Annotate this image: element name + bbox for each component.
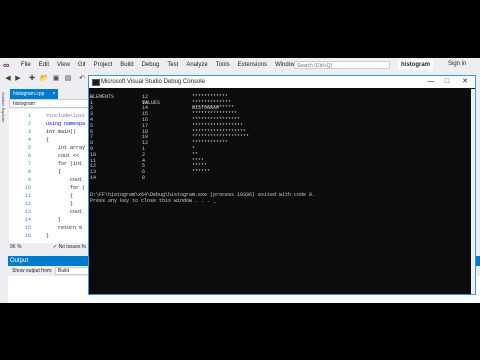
menu-item-analyze[interactable]: Analyze: [182, 62, 211, 68]
solution-explorer-tab[interactable]: Solution Explorer: [1, 92, 6, 122]
line-number: 4: [27, 137, 31, 143]
element-value: 0: [142, 174, 146, 181]
menu-item-extensions[interactable]: Extensions: [234, 62, 271, 68]
code-line[interactable]: return 0: [46, 224, 90, 232]
menu-item-build[interactable]: Build: [116, 62, 137, 68]
debug-console-window[interactable]: Microsoft Visual Studio Debug Console — …: [88, 75, 476, 295]
menu-item-debug[interactable]: Debug: [138, 62, 164, 68]
line-number: 5: [27, 145, 31, 151]
visual-studio-logo-icon: ∞: [3, 60, 10, 70]
check-circle-icon: ✔: [53, 244, 58, 250]
console-title: Microsoft Visual Studio Debug Console: [101, 79, 205, 85]
editor-status-bar: 96 % ✔ No issues fo: [9, 243, 89, 251]
code-line[interactable]: {: [46, 192, 90, 200]
menu-items: File Edit View Git Project Build Debug Test Anal…: [17, 62, 321, 68]
code-text[interactable]: #include<iost using namespa int main(){ in…: [46, 112, 90, 240]
back-icon[interactable]: ◀: [4, 75, 12, 83]
code-line[interactable]: cout <<: [46, 152, 90, 160]
maximize-icon[interactable]: □: [441, 77, 453, 87]
console-title-bar[interactable]: Microsoft Visual Studio Debug Console — …: [89, 76, 475, 88]
code-line[interactable]: cout: [46, 208, 90, 216]
element-index: 14: [90, 174, 97, 181]
issues-label: No issues fo: [58, 244, 87, 250]
line-number: 3: [27, 129, 31, 135]
line-number: 11: [24, 193, 31, 199]
issues-indicator[interactable]: ✔ No issues fo: [53, 243, 86, 251]
code-line[interactable]: for (int: [46, 160, 90, 168]
line-number: 13: [24, 209, 31, 215]
save-all-icon[interactable]: ▤: [64, 75, 72, 83]
code-line[interactable]: {: [46, 136, 90, 144]
code-line[interactable]: }: [46, 200, 90, 208]
line-number: 15: [24, 225, 31, 231]
console-press-key-line: Press any key to close this window . . .…: [90, 198, 474, 205]
close-icon[interactable]: ✕: [459, 77, 471, 87]
line-number: 9: [27, 177, 31, 183]
line-number: 6: [27, 153, 31, 159]
console-rows: 0 12 ************ 1 13 ************* 2 14 ******…: [90, 94, 474, 182]
code-line[interactable]: int array: [46, 144, 90, 152]
line-number: 14: [24, 217, 31, 223]
code-line[interactable]: }: [46, 216, 90, 224]
code-editor[interactable]: 1 2 3 4 5 6 7 8 9 10 11 12 13 14 15 16 #include<iost usi…: [9, 109, 89, 249]
minimize-icon[interactable]: —: [425, 77, 437, 87]
line-number: 16: [24, 233, 31, 239]
menu-item-file[interactable]: File: [17, 62, 35, 68]
text-cursor: _: [213, 198, 217, 205]
console-scrollbar[interactable]: [471, 89, 475, 294]
scope-dropdown[interactable]: histogram: [9, 99, 99, 108]
new-project-icon[interactable]: ✚: [28, 75, 36, 83]
line-number: 2: [27, 121, 31, 127]
undo-icon[interactable]: ↶: [78, 75, 86, 83]
menu-item-test[interactable]: Test: [163, 62, 182, 68]
line-number: 10: [24, 185, 31, 191]
zoom-level[interactable]: 96 %: [10, 243, 21, 251]
sign-in-link[interactable]: Sign in: [448, 61, 466, 67]
line-number: 8: [27, 169, 31, 175]
press-key-text: Press any key to close this window . . .: [90, 198, 211, 205]
line-numbers: 1 2 3 4 5 6 7 8 9 10 11 12 13 14 15 16: [17, 112, 31, 240]
forward-icon[interactable]: ▶: [14, 75, 22, 83]
code-line[interactable]: {: [46, 168, 90, 176]
code-line[interactable]: int main(): [46, 128, 90, 136]
code-line[interactable]: cout: [46, 176, 90, 184]
menu-item-git[interactable]: Git: [74, 62, 90, 68]
console-app-icon: [92, 79, 100, 86]
open-file-icon[interactable]: 📂: [40, 75, 49, 83]
code-line[interactable]: #include<iost: [46, 112, 90, 120]
menu-bar: ∞ File Edit View Git Project Build Debug Test An…: [0, 58, 480, 72]
save-icon[interactable]: ▣: [52, 75, 60, 83]
console-output: ELEMENTS VALUES HISTOGRAM 0 12 ***********…: [90, 89, 474, 294]
code-line[interactable]: }: [46, 232, 90, 240]
search-input[interactable]: Search (Ctrl+Q): [294, 61, 390, 69]
line-number: 7: [27, 161, 31, 167]
tab-label: histogram.cpp: [13, 91, 45, 97]
line-number: 12: [24, 201, 31, 207]
code-line[interactable]: for (: [46, 184, 90, 192]
menu-item-edit[interactable]: Edit: [35, 62, 53, 68]
solution-name[interactable]: histogram: [398, 60, 434, 70]
console-row: 14 0: [90, 174, 474, 182]
line-number: 1: [27, 113, 31, 119]
code-line[interactable]: using namespa: [46, 120, 90, 128]
tab-histogram-cpp[interactable]: histogram.cpp ×: [10, 89, 59, 99]
left-tool-strip: Solution Explorer: [0, 86, 8, 251]
menu-item-view[interactable]: View: [53, 62, 74, 68]
close-icon[interactable]: ×: [52, 91, 55, 97]
menu-item-tools[interactable]: Tools: [212, 62, 234, 68]
show-output-from-label: Show output from:: [12, 268, 53, 274]
menu-item-project[interactable]: Project: [90, 62, 117, 68]
output-panel-title: Output: [10, 258, 29, 264]
